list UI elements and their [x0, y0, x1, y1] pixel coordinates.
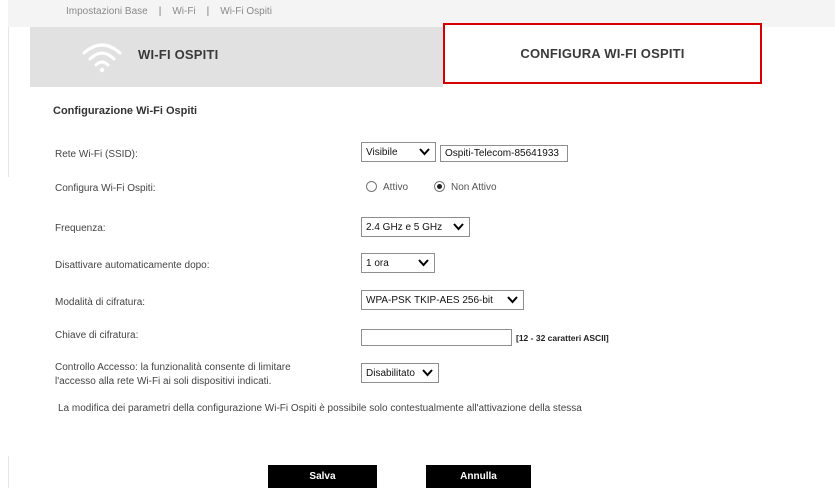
frequency-label: Frequenza: [55, 223, 106, 234]
chevron-down-icon [418, 259, 429, 267]
cancel-button[interactable]: Annulla [426, 465, 531, 488]
chevron-down-icon [507, 296, 518, 304]
encryption-key-input[interactable] [361, 329, 512, 346]
radio-attivo-label: Attivo [383, 182, 409, 193]
encryption-key-label: Chiave di cifratura: [55, 330, 139, 341]
ssid-visibility-select[interactable]: Visibile [361, 142, 436, 162]
chevron-down-icon [422, 369, 433, 377]
access-control-select[interactable]: Disabilitato [361, 363, 439, 383]
left-border [8, 456, 9, 488]
ssid-visibility-value: Visibile [366, 146, 398, 158]
radio-non-attivo[interactable] [434, 181, 445, 192]
breadcrumb-separator: | [158, 6, 162, 17]
save-button[interactable]: Salva [268, 465, 377, 488]
chevron-down-icon [419, 148, 430, 156]
auto-off-select[interactable]: 1 ora [361, 253, 435, 273]
breadcrumb: Impostazioni Base | Wi-Fi | Wi-Fi Ospiti [66, 6, 272, 17]
header-wifi-ospiti-tab[interactable]: WI-FI OSPITI [30, 27, 443, 87]
frequency-value: 2.4 GHz e 5 GHz [366, 221, 443, 233]
access-control-value: Disabilitato [366, 367, 415, 379]
breadcrumb-separator: | [206, 6, 210, 17]
breadcrumb-wifi-ospiti[interactable]: Wi-Fi Ospiti [220, 6, 272, 17]
wifi-icon [82, 43, 122, 73]
header-left-title: WI-FI OSPITI [138, 47, 219, 62]
auto-off-label: Disattivare automaticamente dopo: [55, 260, 210, 271]
frequency-select[interactable]: 2.4 GHz e 5 GHz [361, 217, 470, 237]
ssid-input[interactable]: Ospiti-Telecom-85641933 [440, 145, 568, 162]
left-border [8, 27, 9, 177]
breadcrumb-impostazioni-base[interactable]: Impostazioni Base [66, 6, 148, 17]
header-configura-wifi-ospiti-tab[interactable]: CONFIGURA WI-FI OSPITI [443, 23, 762, 84]
chevron-down-icon [453, 223, 464, 231]
section-title: Configurazione Wi-Fi Ospiti [53, 105, 198, 117]
encryption-key-hint: [12 - 32 caratteri ASCII] [516, 333, 609, 343]
ssid-label: Rete Wi-Fi (SSID): [55, 149, 138, 160]
access-control-label-line1: Controllo Accesso: la funzionalità conse… [55, 362, 291, 373]
encryption-mode-label: Modalità di cifratura: [55, 297, 146, 308]
encryption-mode-select[interactable]: WPA-PSK TKIP-AES 256-bit [361, 290, 524, 310]
encryption-mode-value: WPA-PSK TKIP-AES 256-bit [366, 294, 493, 306]
auto-off-value: 1 ora [366, 257, 389, 269]
ssid-value: Ospiti-Telecom-85641933 [445, 148, 559, 159]
breadcrumb-wifi[interactable]: Wi-Fi [172, 6, 195, 17]
radio-non-attivo-label: Non Attivo [451, 182, 497, 193]
access-control-label-line2: l'accesso alla rete Wi-Fi ai soli dispos… [55, 376, 272, 387]
header-right-title: CONFIGURA WI-FI OSPITI [520, 46, 685, 61]
radio-attivo[interactable] [366, 181, 377, 192]
guest-config-label: Configura Wi-Fi Ospiti: [55, 183, 156, 194]
info-note: La modifica dei parametri della configur… [58, 403, 582, 414]
